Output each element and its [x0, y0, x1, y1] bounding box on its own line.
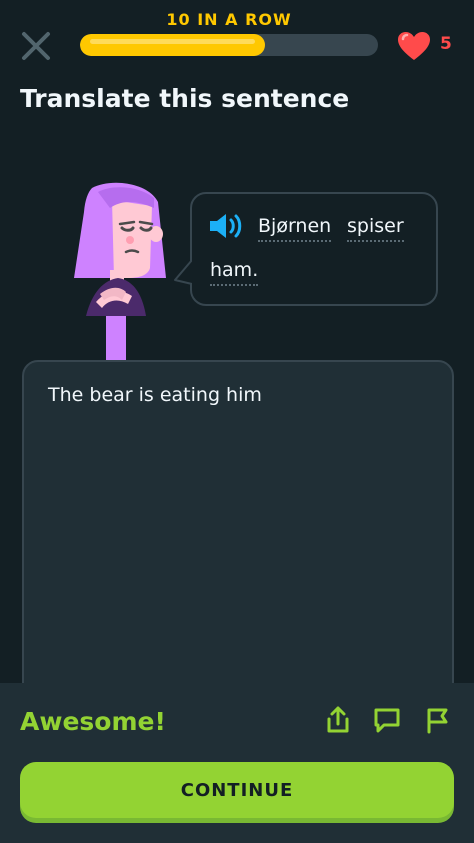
- progress-bar: [80, 34, 378, 56]
- share-button[interactable]: [323, 705, 353, 735]
- feedback-title: Awesome!: [20, 707, 166, 736]
- streak-label: 10 IN A ROW: [166, 10, 292, 29]
- comment-icon: [374, 708, 400, 733]
- answer-textarea[interactable]: [22, 360, 454, 720]
- hearts-indicator[interactable]: [396, 30, 432, 62]
- continue-button[interactable]: CONTINUE: [20, 762, 454, 818]
- report-flag-icon: [427, 708, 448, 734]
- progress-shine: [90, 39, 255, 44]
- hearts-count: 5: [440, 34, 452, 54]
- speech-bubble-tail: [174, 258, 199, 288]
- answer-text: The bear is eating him: [48, 384, 262, 406]
- comment-button[interactable]: [372, 705, 402, 735]
- prompt-word[interactable]: ham.: [210, 258, 259, 286]
- heart-icon: [398, 32, 430, 60]
- report-button[interactable]: [423, 705, 453, 735]
- share-icon: [327, 706, 349, 733]
- close-button[interactable]: [18, 28, 54, 64]
- exercise-title: Translate this sentence: [20, 84, 350, 113]
- progress-fill: [80, 34, 265, 56]
- speaker-button[interactable]: [207, 210, 245, 242]
- prompt-word[interactable]: Bjørnen: [258, 214, 332, 242]
- continue-label: CONTINUE: [180, 779, 294, 801]
- close-icon: [22, 32, 50, 60]
- prompt-word[interactable]: spiser: [347, 214, 404, 242]
- character-illustration: [74, 182, 166, 362]
- speaker-icon: [210, 214, 242, 238]
